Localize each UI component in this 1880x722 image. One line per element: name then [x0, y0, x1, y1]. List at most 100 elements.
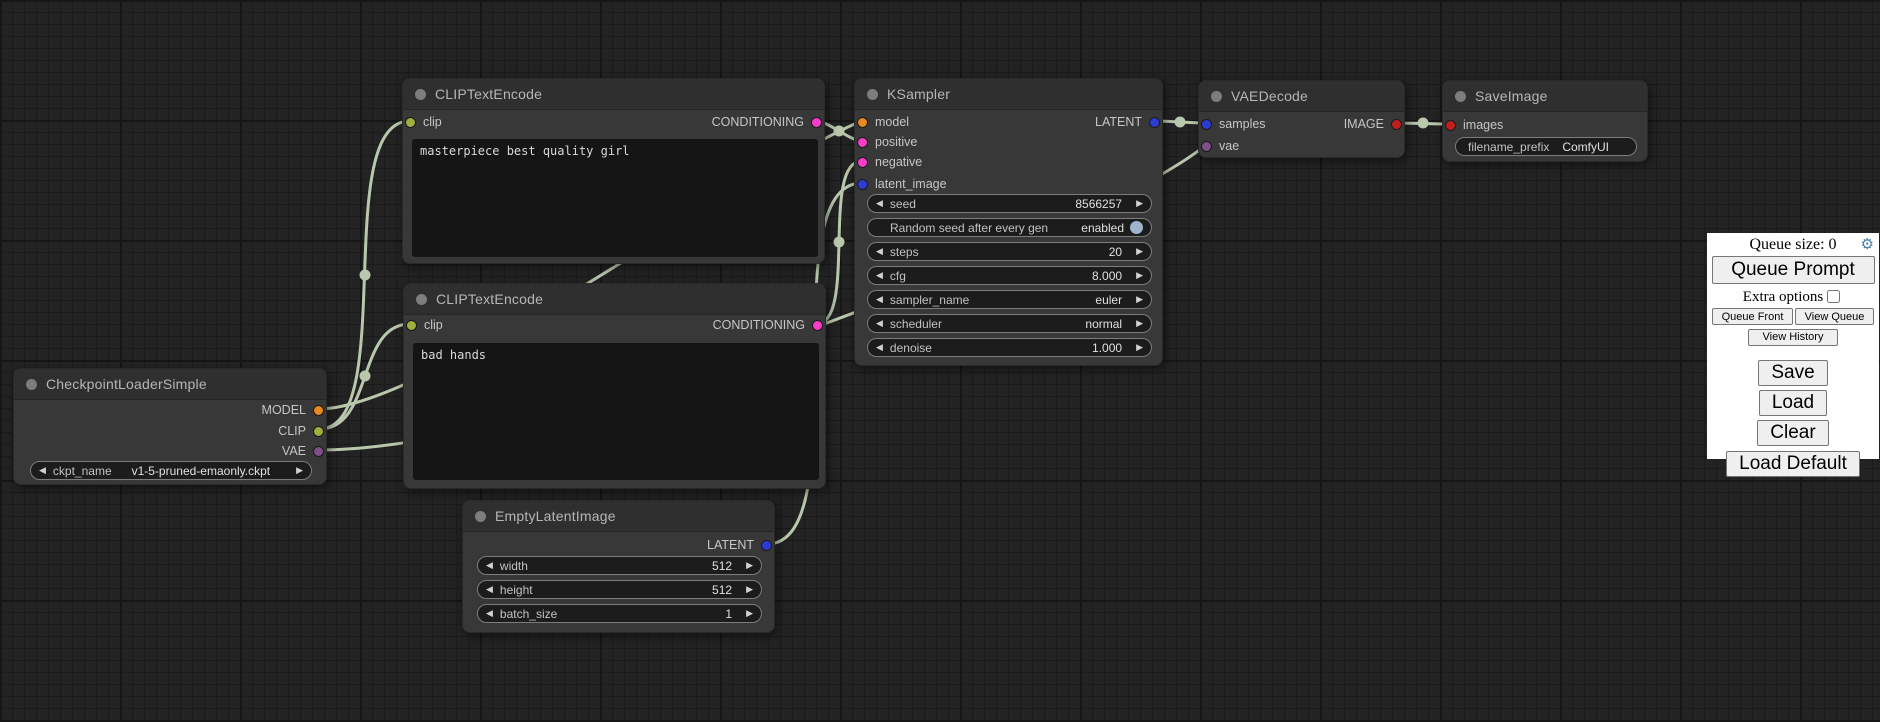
- increment-icon[interactable]: ▶: [746, 585, 753, 594]
- vae-port[interactable]: [1201, 141, 1212, 152]
- node-ksampler[interactable]: KSampler model positive negative latent_…: [854, 78, 1163, 366]
- queue-front-button[interactable]: Queue Front: [1712, 308, 1793, 325]
- decrement-icon[interactable]: ◀: [876, 295, 883, 304]
- output-slot-image[interactable]: IMAGE: [1344, 114, 1402, 134]
- node-status-dot[interactable]: [415, 89, 426, 100]
- decrement-icon[interactable]: ◀: [486, 561, 493, 570]
- input-slot-latent-image[interactable]: latent_image: [857, 174, 947, 194]
- image-port[interactable]: [1445, 120, 1456, 131]
- output-slot-vae[interactable]: VAE: [282, 441, 324, 461]
- clear-button[interactable]: Clear: [1757, 420, 1828, 446]
- node-status-dot[interactable]: [475, 511, 486, 522]
- input-slot-positive[interactable]: positive: [857, 132, 917, 152]
- node-titlebar[interactable]: SaveImage: [1443, 81, 1647, 112]
- scheduler-widget[interactable]: ◀ scheduler normal ▶: [867, 314, 1152, 333]
- input-slot-model[interactable]: model: [857, 112, 909, 132]
- output-slot-latent[interactable]: LATENT: [707, 535, 772, 555]
- input-slot-clip[interactable]: clip: [406, 315, 443, 335]
- increment-icon[interactable]: ▶: [1136, 319, 1143, 328]
- increment-icon[interactable]: ▶: [1136, 247, 1143, 256]
- decrement-icon[interactable]: ◀: [876, 247, 883, 256]
- node-clip-text-encode-negative[interactable]: CLIPTextEncode clip CONDITIONING bad han…: [403, 283, 826, 489]
- filename-prefix-widget[interactable]: filename_prefix ComfyUI: [1455, 137, 1637, 156]
- node-status-dot[interactable]: [867, 89, 878, 100]
- batch-size-widget[interactable]: ◀ batch_size 1 ▶: [477, 604, 762, 623]
- vae-port[interactable]: [313, 446, 324, 457]
- node-status-dot[interactable]: [416, 294, 427, 305]
- view-history-button[interactable]: View History: [1748, 329, 1838, 346]
- conditioning-port[interactable]: [857, 137, 868, 148]
- steps-widget[interactable]: ◀ steps 20 ▶: [867, 242, 1152, 261]
- node-graph-canvas[interactable]: CheckpointLoaderSimple MODEL CLIP VAE ◀ …: [0, 0, 1880, 722]
- input-slot-samples[interactable]: samples: [1201, 114, 1266, 134]
- node-status-dot[interactable]: [1455, 91, 1466, 102]
- prompt-textarea[interactable]: bad hands: [413, 343, 819, 480]
- node-titlebar[interactable]: CheckpointLoaderSimple: [14, 369, 326, 400]
- queue-prompt-button[interactable]: Queue Prompt: [1712, 256, 1875, 284]
- clip-port[interactable]: [405, 117, 416, 128]
- node-status-dot[interactable]: [1211, 91, 1222, 102]
- latent-port[interactable]: [857, 179, 868, 190]
- decrement-icon[interactable]: ◀: [486, 609, 493, 618]
- conditioning-port[interactable]: [812, 320, 823, 331]
- node-titlebar[interactable]: CLIPTextEncode: [403, 79, 824, 110]
- seed-toggle[interactable]: [1130, 221, 1143, 234]
- conditioning-port[interactable]: [811, 117, 822, 128]
- node-checkpoint-loader[interactable]: CheckpointLoaderSimple MODEL CLIP VAE ◀ …: [13, 368, 327, 485]
- output-slot-conditioning[interactable]: CONDITIONING: [712, 112, 822, 132]
- prompt-textarea[interactable]: masterpiece best quality girl: [412, 139, 818, 257]
- image-port[interactable]: [1391, 119, 1402, 130]
- input-slot-clip[interactable]: clip: [405, 112, 442, 132]
- clip-port[interactable]: [406, 320, 417, 331]
- ckpt-name-widget[interactable]: ◀ ckpt_name v1-5-pruned-emaonly.ckpt ▶: [30, 461, 312, 480]
- input-slot-images[interactable]: images: [1445, 115, 1503, 135]
- increment-icon[interactable]: ▶: [1136, 199, 1143, 208]
- node-empty-latent-image[interactable]: EmptyLatentImage LATENT ◀ width 512 ▶ ◀ …: [462, 500, 775, 633]
- input-slot-vae[interactable]: vae: [1201, 136, 1239, 156]
- output-slot-clip[interactable]: CLIP: [278, 421, 324, 441]
- node-titlebar[interactable]: KSampler: [855, 79, 1162, 110]
- latent-port[interactable]: [1201, 119, 1212, 130]
- settings-gear-icon[interactable]: ⚙: [1861, 235, 1874, 253]
- denoise-widget[interactable]: ◀ denoise 1.000 ▶: [867, 338, 1152, 357]
- height-widget[interactable]: ◀ height 512 ▶: [477, 580, 762, 599]
- input-slot-negative[interactable]: negative: [857, 152, 922, 172]
- model-port[interactable]: [857, 117, 868, 128]
- decrement-icon[interactable]: ◀: [876, 319, 883, 328]
- load-default-button[interactable]: Load Default: [1726, 451, 1860, 477]
- latent-port[interactable]: [761, 540, 772, 551]
- increment-icon[interactable]: ▶: [1136, 295, 1143, 304]
- decrement-icon[interactable]: ◀: [876, 271, 883, 280]
- node-save-image[interactable]: SaveImage images filename_prefix ComfyUI: [1442, 80, 1648, 162]
- conditioning-port[interactable]: [857, 157, 868, 168]
- decrement-icon[interactable]: ◀: [876, 199, 883, 208]
- clip-port[interactable]: [313, 426, 324, 437]
- increment-icon[interactable]: ▶: [1136, 343, 1143, 352]
- node-clip-text-encode-positive[interactable]: CLIPTextEncode clip CONDITIONING masterp…: [402, 78, 825, 264]
- output-slot-conditioning[interactable]: CONDITIONING: [713, 315, 823, 335]
- load-button[interactable]: Load: [1759, 390, 1827, 416]
- cfg-widget[interactable]: ◀ cfg 8.000 ▶: [867, 266, 1152, 285]
- increment-icon[interactable]: ▶: [746, 609, 753, 618]
- output-slot-latent[interactable]: LATENT: [1095, 112, 1160, 132]
- node-titlebar[interactable]: CLIPTextEncode: [404, 284, 825, 315]
- save-button[interactable]: Save: [1758, 360, 1827, 386]
- extra-options-checkbox[interactable]: [1827, 290, 1840, 303]
- node-titlebar[interactable]: VAEDecode: [1199, 81, 1404, 112]
- view-queue-button[interactable]: View Queue: [1795, 308, 1874, 325]
- width-widget[interactable]: ◀ width 512 ▶: [477, 556, 762, 575]
- model-port[interactable]: [313, 405, 324, 416]
- latent-port[interactable]: [1149, 117, 1160, 128]
- decrement-icon[interactable]: ◀: [39, 466, 46, 475]
- node-status-dot[interactable]: [26, 379, 37, 390]
- seed-widget[interactable]: ◀ seed 8566257 ▶: [867, 194, 1152, 213]
- decrement-icon[interactable]: ◀: [486, 585, 493, 594]
- increment-icon[interactable]: ▶: [1136, 271, 1143, 280]
- output-slot-model[interactable]: MODEL: [262, 400, 324, 420]
- increment-icon[interactable]: ▶: [296, 466, 303, 475]
- decrement-icon[interactable]: ◀: [876, 343, 883, 352]
- random-seed-toggle-widget[interactable]: Random seed after every gen enabled: [867, 218, 1152, 237]
- increment-icon[interactable]: ▶: [746, 561, 753, 570]
- node-titlebar[interactable]: EmptyLatentImage: [463, 501, 774, 532]
- node-vae-decode[interactable]: VAEDecode samples vae IMAGE: [1198, 80, 1405, 158]
